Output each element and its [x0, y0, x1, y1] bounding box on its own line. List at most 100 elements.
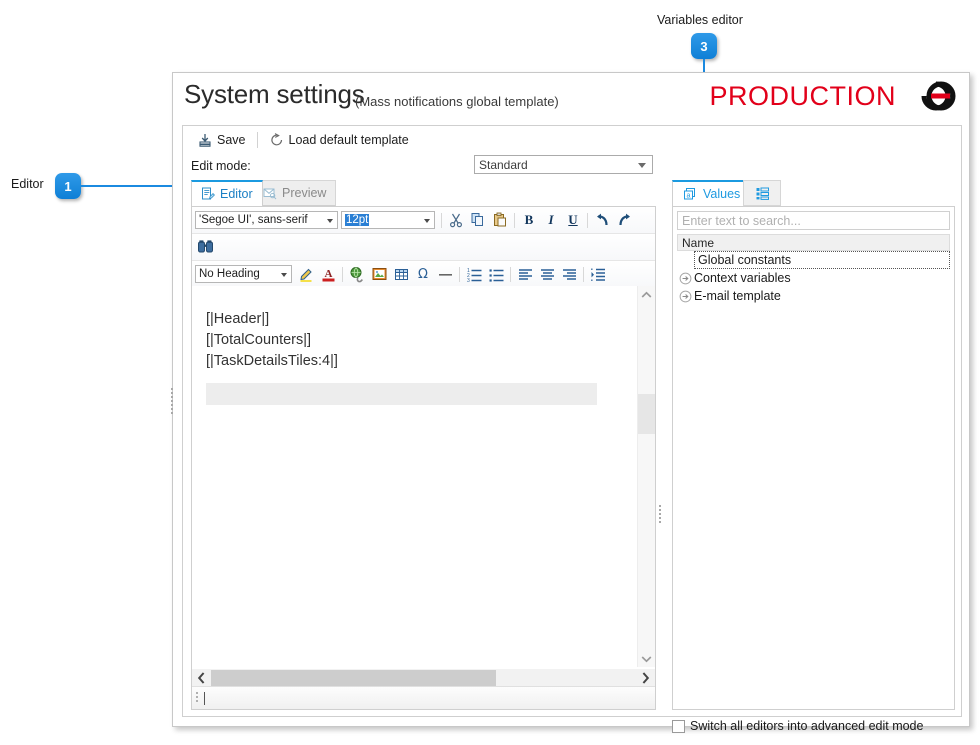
italic-icon: I — [548, 212, 554, 227]
reset-icon — [270, 133, 282, 146]
chevron-down-icon — [281, 273, 287, 277]
highlight-button[interactable] — [295, 263, 317, 285]
grip-dots-icon — [195, 691, 198, 702]
copy-icon — [471, 213, 483, 226]
align-right-button[interactable] — [558, 263, 580, 285]
tree-item-label: Global constants — [698, 253, 792, 267]
edit-mode-select[interactable]: Standard — [474, 155, 653, 174]
format-toolbar-row-1: 'Segoe UI', sans-serif 12pt B I U — [192, 207, 655, 234]
numbered-list-button[interactable]: 1 2 3 — [463, 263, 485, 285]
align-center-button[interactable] — [536, 263, 558, 285]
tab-preview[interactable]: Preview — [253, 180, 337, 206]
font-color-button[interactable]: A — [317, 263, 339, 285]
chevron-left-icon — [197, 672, 205, 684]
outer-panel-splitter[interactable] — [171, 388, 173, 414]
font-size-select[interactable]: 12pt — [341, 211, 435, 229]
expand-arrow-icon[interactable] — [677, 272, 694, 285]
tab-preview-label: Preview — [282, 186, 327, 200]
special-character-button[interactable]: Ω — [412, 263, 434, 285]
hyperlink-icon — [350, 266, 363, 282]
hyperlink-button[interactable] — [346, 263, 368, 285]
command-bar: Save Load default template — [183, 126, 961, 154]
edit-mode-label: Edit mode: — [191, 159, 251, 173]
load-default-template-button[interactable]: Load default template — [263, 129, 415, 151]
chevron-down-icon — [424, 219, 430, 223]
document-edit-icon — [202, 187, 215, 200]
align-left-button[interactable] — [514, 263, 536, 285]
bullet-list-button[interactable] — [485, 263, 507, 285]
command-bar-separator — [256, 132, 258, 148]
bold-icon: B — [524, 212, 534, 227]
tab-list-details[interactable] — [743, 180, 781, 206]
redo-button[interactable] — [613, 209, 635, 231]
advanced-edit-mode-checkbox[interactable] — [672, 719, 685, 733]
increase-indent-icon — [590, 268, 605, 281]
scroll-right-button[interactable] — [636, 669, 655, 687]
chevron-down-icon — [638, 163, 646, 168]
italic-button[interactable]: I — [540, 209, 562, 231]
expand-arrow-icon[interactable] — [677, 290, 694, 303]
editor-vertical-scrollbar[interactable] — [637, 286, 655, 667]
svg-text:3: 3 — [467, 278, 470, 283]
undo-button[interactable] — [591, 209, 613, 231]
envelope-search-icon — [263, 188, 277, 200]
editor-horizontal-scrollbar[interactable] — [192, 669, 655, 687]
underline-icon: U — [568, 212, 578, 227]
font-size-value: 12pt — [345, 214, 370, 226]
tree-item-label: E-mail template — [694, 289, 781, 303]
toolbar-separator — [342, 266, 343, 282]
scroll-down-button[interactable] — [638, 650, 655, 667]
heading-select[interactable]: No Heading — [195, 265, 292, 283]
grip-handle[interactable] — [192, 691, 202, 705]
scroll-thumb[interactable] — [638, 394, 655, 434]
scroll-left-button[interactable] — [192, 669, 211, 687]
tree-item-email-template[interactable]: E-mail template — [677, 287, 950, 305]
font-family-select[interactable]: 'Segoe UI', sans-serif — [195, 211, 338, 229]
panel-splitter[interactable] — [659, 505, 661, 523]
increase-indent-button[interactable] — [587, 263, 609, 285]
save-icon — [199, 134, 211, 147]
special-character-icon: Ω — [418, 266, 428, 282]
editor-tabstrip: Editor Preview — [191, 180, 656, 206]
tree-item-context-variables[interactable]: Context variables — [677, 269, 950, 287]
align-left-icon — [518, 268, 532, 280]
find-button[interactable] — [195, 236, 217, 258]
copy-button[interactable] — [467, 209, 489, 231]
svg-text:a: a — [687, 192, 691, 199]
paste-icon — [494, 212, 506, 227]
underline-button[interactable]: U — [562, 209, 584, 231]
variables-body: Enter text to search... Name Global cons… — [672, 206, 955, 710]
tab-editor[interactable]: Editor — [191, 180, 263, 206]
toolbar-separator — [583, 266, 584, 282]
save-button[interactable]: Save — [191, 129, 252, 151]
document-placeholder-block — [206, 383, 597, 405]
document-canvas[interactable]: [|Header|] [|TotalCounters|] [|TaskDetai… — [192, 286, 655, 667]
callout-line-1 — [81, 185, 186, 187]
toolbar-separator — [587, 212, 588, 228]
page-subtitle: (Mass notifications global template) — [355, 94, 559, 109]
tab-values[interactable]: a Values — [672, 180, 752, 206]
format-toolbar-row-3: No Heading A Ω 1 2 3 — [192, 261, 655, 288]
hscroll-thumb[interactable] — [211, 670, 496, 686]
cut-button[interactable] — [445, 209, 467, 231]
callout-badge-1: 1 — [55, 173, 81, 199]
scroll-up-button[interactable] — [638, 286, 655, 303]
advanced-edit-mode-checkbox-row[interactable]: Switch all editors into advanced edit mo… — [672, 719, 923, 733]
editor-body: 'Segoe UI', sans-serif 12pt B I U No Hea… — [191, 206, 656, 710]
document-line: [|TotalCounters|] — [206, 332, 312, 348]
callout-badge-3: 3 — [691, 33, 717, 59]
search-input[interactable]: Enter text to search... — [677, 211, 950, 230]
page-title: System settings — [184, 79, 365, 109]
insert-table-button[interactable] — [390, 263, 412, 285]
toolbar-separator — [441, 212, 442, 228]
bullet-list-icon — [489, 268, 503, 282]
align-center-icon — [540, 268, 554, 280]
edit-mode-value: Standard — [479, 157, 528, 172]
production-logo: PRODUCTION — [710, 80, 961, 112]
bold-button[interactable]: B — [518, 209, 540, 231]
screenshot-root: Variables editor 3 Editor 1 2 Notificati… — [0, 0, 980, 745]
insert-image-button[interactable] — [368, 263, 390, 285]
tree-item-global-constants[interactable]: Global constants — [694, 251, 950, 269]
paste-button[interactable] — [489, 209, 511, 231]
horizontal-rule-button[interactable] — [434, 263, 456, 285]
